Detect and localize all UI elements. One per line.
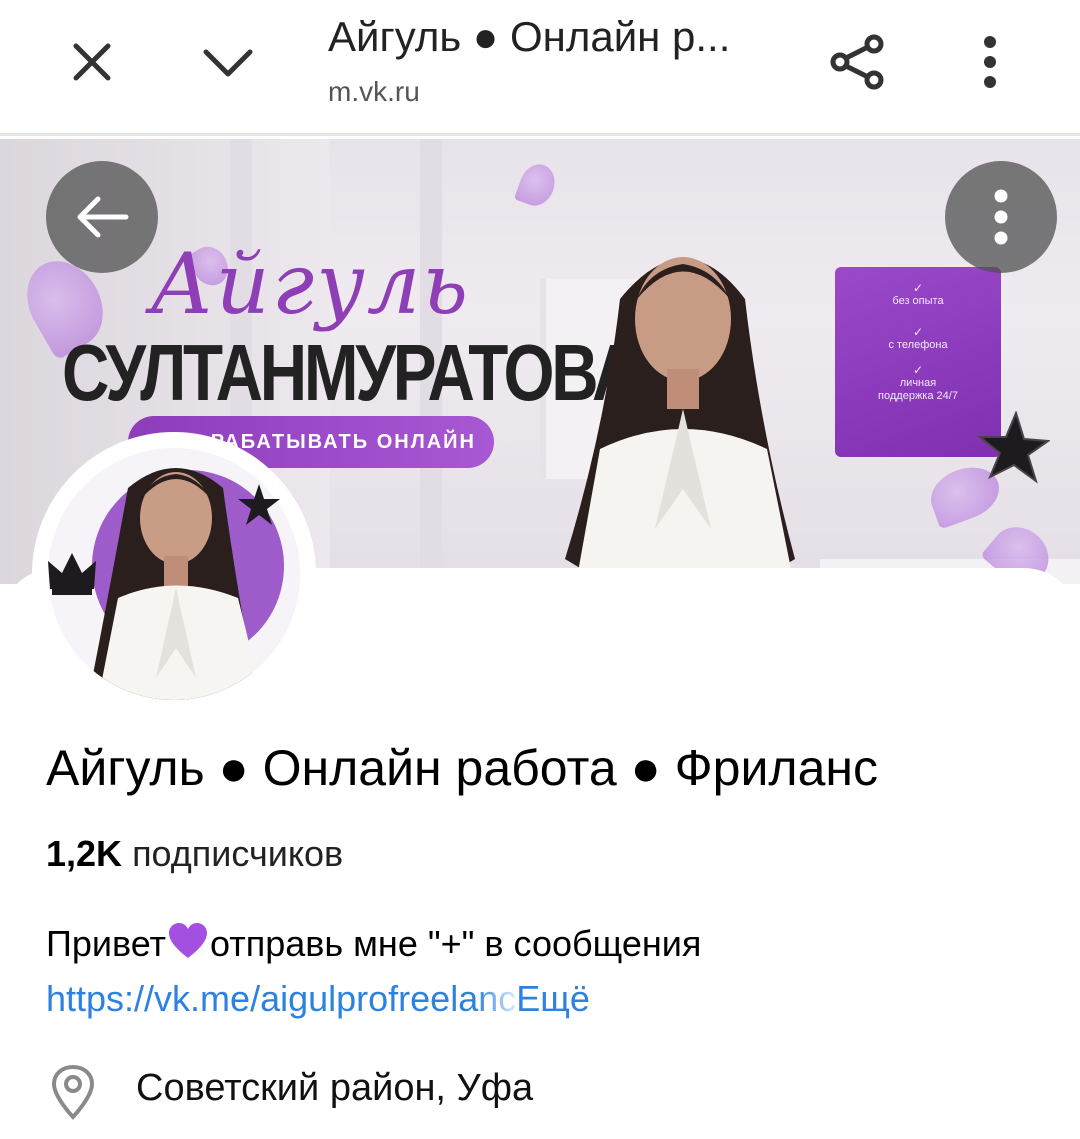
- browser-menu-button[interactable]: [952, 22, 1028, 102]
- close-icon: [73, 43, 111, 81]
- arrow-left-icon: [77, 196, 129, 238]
- show-more-link[interactable]: Ещё: [516, 978, 590, 1019]
- profile-link[interactable]: https://vk.me/aigulprofree: [46, 978, 450, 1019]
- chevron-down-icon: [203, 49, 253, 77]
- subscribers-count[interactable]: 1,2K подписчиков: [46, 833, 343, 875]
- profile-link-row: https://vk.me/aigulprofreelancЕщё: [46, 978, 590, 1020]
- star-icon: [977, 411, 1050, 484]
- profile-status: Привет отправь мне "+" в сообщения: [46, 922, 701, 965]
- status-text: отправь мне "+" в сообщения: [210, 923, 702, 964]
- location-pin-icon: [51, 1064, 95, 1120]
- petal-decoration: [513, 159, 561, 211]
- crown-icon: [48, 553, 96, 595]
- subscribers-number: 1,2K: [46, 833, 123, 874]
- more-vertical-icon: [994, 189, 1008, 245]
- status-text: Привет: [46, 923, 167, 964]
- profile-link-overflow[interactable]: lanc: [450, 978, 516, 1019]
- back-button[interactable]: [46, 161, 158, 273]
- collapse-button[interactable]: [192, 26, 264, 98]
- profile-menu-button[interactable]: [945, 161, 1057, 273]
- benefit-item: ✓ с телефона: [888, 325, 948, 352]
- purple-heart-icon: [169, 923, 208, 958]
- benefit-item: ✓ личная поддержка 24/7: [878, 362, 958, 402]
- benefit-item: ✓ без опыта: [892, 281, 944, 308]
- share-icon: [830, 34, 884, 90]
- cover-portrait: [565, 257, 795, 584]
- star-icon: [238, 484, 280, 525]
- close-button[interactable]: [56, 26, 128, 98]
- profile-name: Айгуль ● Онлайн работа ● Фриланс: [46, 740, 878, 796]
- cover-script-name: Айгуль: [150, 235, 471, 333]
- browser-toolbar: Айгуль ● Онлайн р... m.vk.ru: [0, 0, 1080, 136]
- more-vertical-icon: [984, 36, 996, 88]
- share-button[interactable]: [818, 22, 898, 102]
- profile-location[interactable]: Советский район, Уфа: [136, 1067, 533, 1110]
- page-url: m.vk.ru: [328, 76, 420, 107]
- page-title: Айгуль ● Онлайн р...: [328, 13, 731, 60]
- subscribers-label: подписчиков: [132, 833, 344, 874]
